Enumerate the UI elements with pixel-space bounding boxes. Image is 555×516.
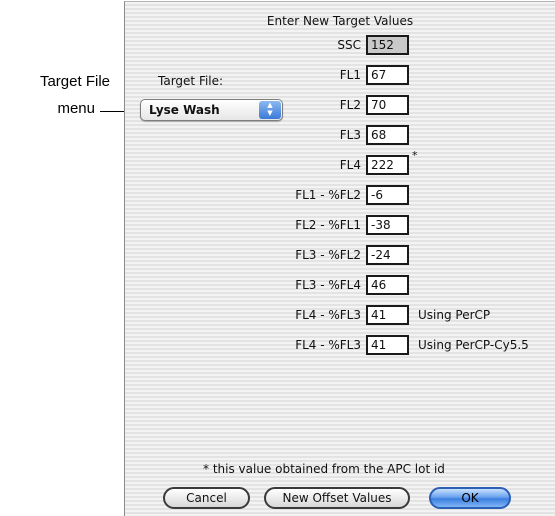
value-input[interactable]: -24 — [366, 245, 409, 265]
field-label: FL4 - %FL3 — [295, 308, 361, 322]
value-input[interactable]: 46 — [366, 275, 409, 295]
field-label: FL4 - %FL3 — [295, 338, 361, 352]
value-input[interactable]: 70 — [366, 95, 409, 115]
row-note: Using PerCP — [418, 308, 491, 322]
field-label: FL3 - %FL2 — [295, 248, 361, 262]
new-offset-values-button[interactable]: New Offset Values — [264, 487, 410, 509]
target-file-label: Target File: — [158, 74, 224, 88]
cancel-button[interactable]: Cancel — [163, 487, 250, 509]
row-note: Using PerCP-Cy5.5 — [418, 338, 529, 352]
footnote: * this value obtained from the APC lot i… — [203, 462, 445, 476]
ok-button[interactable]: OK — [429, 487, 511, 509]
value-input[interactable]: 68 — [366, 125, 409, 145]
field-label: FL4 — [339, 158, 361, 172]
value-input[interactable]: 222 — [366, 155, 409, 175]
target-file-popup[interactable]: Lyse Wash ▲ ▼ — [140, 99, 283, 121]
dialog-title: Enter New Target Values — [266, 14, 414, 28]
field-label: FL2 - %FL1 — [295, 218, 361, 232]
popup-arrows-icon: ▲ ▼ — [259, 101, 281, 119]
value-input[interactable]: 67 — [366, 65, 409, 85]
target-file-value: Lyse Wash — [149, 103, 220, 117]
field-label: FL3 — [339, 128, 361, 142]
target-values-dialog: Enter New Target Values Target File: SSC… — [124, 1, 555, 516]
value-input[interactable]: -6 — [366, 185, 409, 205]
value-input[interactable]: 41 — [366, 305, 409, 325]
callout-line-1: Target File — [39, 73, 110, 90]
field-label: FL2 — [339, 98, 361, 112]
value-input[interactable]: -38 — [366, 215, 409, 235]
field-label: FL1 - %FL2 — [295, 188, 361, 202]
footnote-marker: * — [412, 149, 418, 162]
readonly-value-field: 152 — [366, 35, 409, 55]
field-label: SSC — [337, 38, 361, 52]
field-label: FL1 — [339, 68, 361, 82]
value-input[interactable]: 41 — [366, 335, 409, 355]
callout-line-2: menu — [57, 100, 95, 117]
field-label: FL3 - %FL4 — [295, 278, 361, 292]
